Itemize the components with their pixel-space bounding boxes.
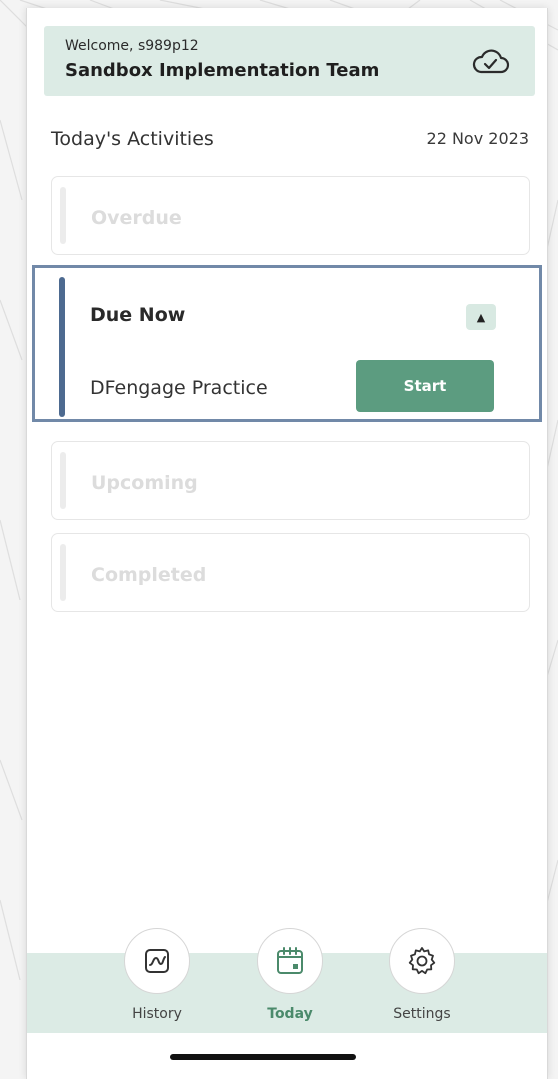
history-button[interactable] xyxy=(124,928,190,994)
nav-item-today[interactable]: Today xyxy=(247,928,333,1022)
upcoming-indicator-bar xyxy=(60,452,66,509)
activity-name: DFengage Practice xyxy=(90,377,268,399)
overdue-label: Overdue xyxy=(91,207,182,229)
caret-up-icon: ▲ xyxy=(476,310,486,324)
cloud-check-icon[interactable] xyxy=(470,46,510,78)
trend-chart-icon xyxy=(145,949,169,973)
today-label: Today xyxy=(267,1006,313,1022)
collapse-toggle-button[interactable]: ▲ xyxy=(466,304,496,330)
upcoming-label: Upcoming xyxy=(91,472,198,494)
welcome-header: Welcome, s989p12 Sandbox Implementation … xyxy=(44,26,535,96)
overdue-indicator-bar xyxy=(60,187,66,244)
bottom-nav: History Today Settings xyxy=(27,928,547,1033)
phone-screen: Welcome, s989p12 Sandbox Implementation … xyxy=(26,8,548,1079)
start-button[interactable]: Start xyxy=(356,360,494,412)
history-label: History xyxy=(132,1006,182,1022)
settings-button[interactable] xyxy=(389,928,455,994)
today-button[interactable] xyxy=(257,928,323,994)
completed-indicator-bar xyxy=(60,544,66,601)
upcoming-card[interactable]: Upcoming xyxy=(51,441,530,520)
nav-item-history[interactable]: History xyxy=(114,928,200,1022)
due-now-card: Due Now ▲ DFengage Practice Start xyxy=(51,271,528,417)
calendar-icon xyxy=(277,947,303,974)
gear-icon xyxy=(408,947,436,975)
due-now-indicator-bar xyxy=(59,277,65,417)
overdue-card[interactable]: Overdue xyxy=(51,176,530,255)
nav-item-settings[interactable]: Settings xyxy=(379,928,465,1022)
settings-label: Settings xyxy=(393,1006,451,1022)
completed-label: Completed xyxy=(91,564,207,586)
activities-title: Today's Activities xyxy=(51,128,214,150)
welcome-text: Welcome, s989p12 xyxy=(65,38,199,54)
team-name: Sandbox Implementation Team xyxy=(65,60,380,81)
home-indicator[interactable] xyxy=(170,1054,356,1060)
due-now-title: Due Now xyxy=(90,304,186,326)
activities-date: 22 Nov 2023 xyxy=(426,129,529,148)
completed-card[interactable]: Completed xyxy=(51,533,530,612)
